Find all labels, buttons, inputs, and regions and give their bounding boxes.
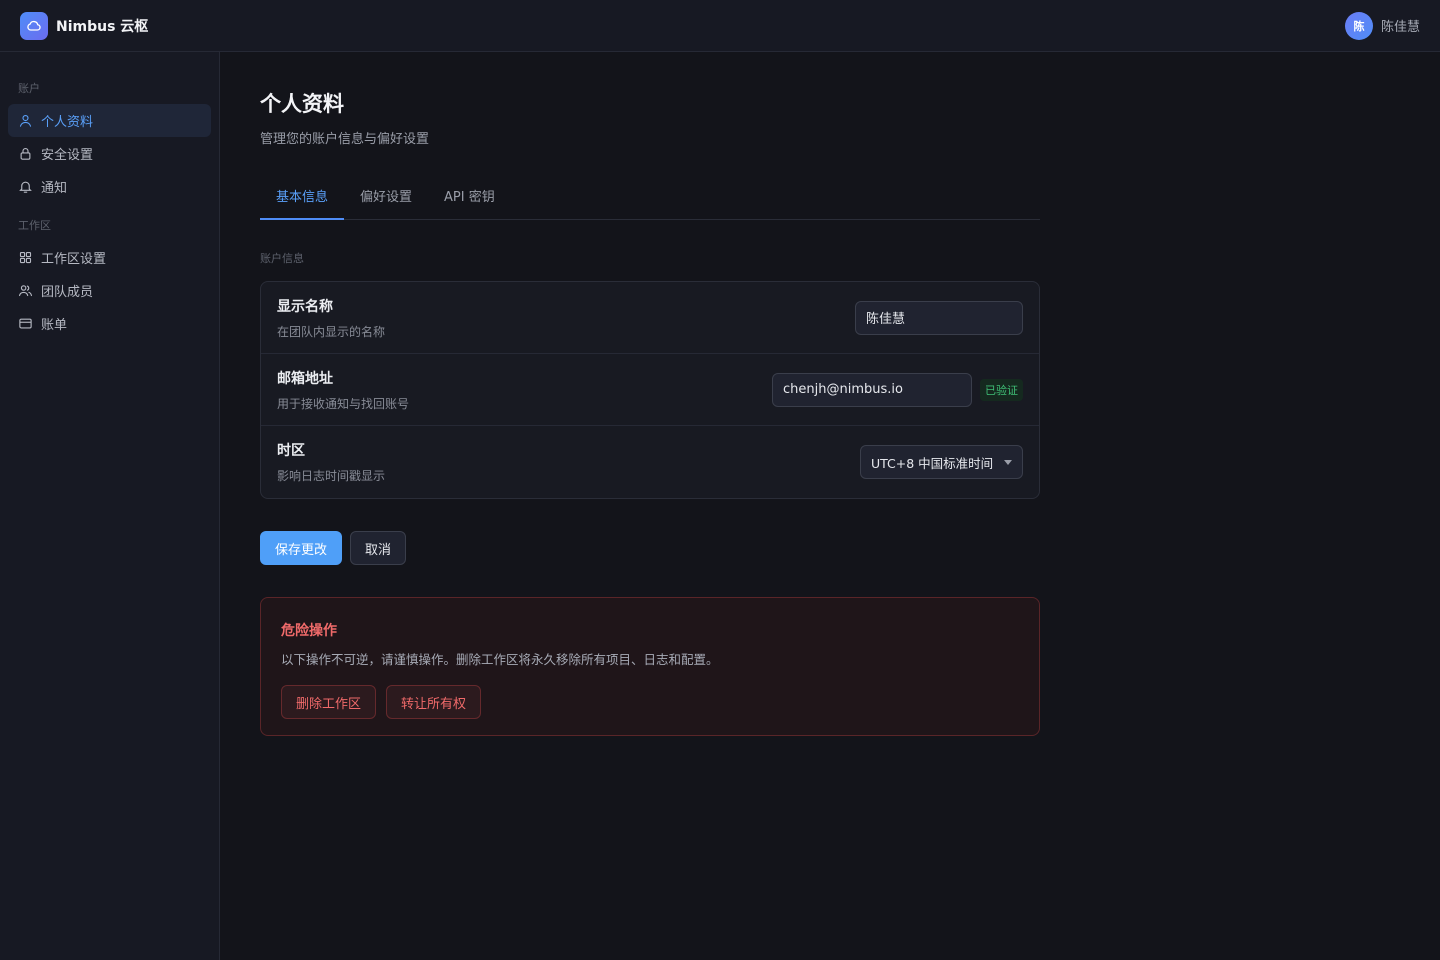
section-label: 账户信息	[260, 252, 304, 265]
danger-title: 危险操作	[281, 623, 337, 639]
tab-bar: 基本信息 偏好设置 API 密钥	[260, 183, 1040, 220]
form-actions: 保存更改 取消	[260, 531, 1040, 565]
field-label: 邮箱地址	[277, 370, 333, 387]
sidebar-item-notifications[interactable]: 通知	[8, 170, 211, 203]
email-input[interactable]	[772, 372, 972, 407]
app-name: Nimbus 云枢	[56, 18, 149, 35]
sidebar-item-label: 个人资料	[41, 115, 94, 130]
sidebar-item-billing[interactable]: 账单	[8, 307, 211, 340]
field-description: 影响日志时间戳显示	[277, 469, 386, 483]
sidebar-item-profile[interactable]: 个人资料	[8, 104, 211, 137]
tab-preferences[interactable]: 偏好设置	[344, 183, 428, 220]
user-name: 陈佳慧	[1380, 20, 1420, 35]
timezone-row: 时区 影响日志时间戳显示 UTC+8 中国标准时间	[261, 426, 1039, 498]
cancel-button[interactable]: 取消	[350, 531, 407, 565]
sidebar-item-security[interactable]: 安全设置	[8, 137, 211, 170]
page-title: 个人资料	[260, 92, 344, 116]
account-info-card: 显示名称 在团队内显示的名称 邮箱地址 用于接收通知与找回账号 已验证 时区 影…	[260, 281, 1040, 499]
field-description: 在团队内显示的名称	[277, 324, 386, 339]
lock-icon	[20, 147, 31, 160]
sidebar-section-workspace: 工作区	[18, 219, 51, 232]
sidebar-item-label: 安全设置	[41, 148, 94, 163]
display-name-input[interactable]	[855, 300, 1023, 335]
save-button[interactable]: 保存更改	[260, 531, 343, 565]
tab-api-keys[interactable]: API 密钥	[428, 183, 511, 220]
grid-icon	[19, 251, 32, 264]
users-icon	[19, 285, 32, 297]
danger-description: 以下操作不可逆，请谨慎操作。删除工作区将永久移除所有项目、日志和配置。	[281, 652, 719, 667]
sidebar-item-label: 工作区设置	[41, 252, 107, 267]
card-icon	[19, 318, 32, 329]
verified-badge: 已验证	[980, 378, 1023, 401]
sidebar-section-account: 账户	[18, 82, 40, 95]
sidebar-item-team-members[interactable]: 团队成员	[8, 274, 211, 307]
user-menu[interactable]: 陈 陈佳慧	[1344, 11, 1420, 40]
cloud-icon	[20, 11, 48, 40]
top-bar: Nimbus 云枢 陈 陈佳慧	[0, 0, 1440, 52]
chevron-down-icon	[1004, 459, 1012, 465]
email-row: 邮箱地址 用于接收通知与找回账号 已验证	[261, 354, 1039, 426]
danger-zone: 危险操作 以下操作不可逆，请谨慎操作。删除工作区将永久移除所有项目、日志和配置。…	[260, 597, 1040, 736]
timezone-select[interactable]: UTC+8 中国标准时间	[860, 445, 1023, 479]
sidebar-item-label: 账单	[41, 318, 68, 333]
page-subtitle: 管理您的账户信息与偏好设置	[260, 132, 430, 147]
sidebar-item-label: 通知	[41, 181, 68, 196]
sidebar: 账户 个人资料 安全设置 通知 工作区 工作区设置 团队成员 账单	[0, 52, 220, 960]
transfer-ownership-button[interactable]: 转让所有权	[386, 685, 482, 719]
field-description: 用于接收通知与找回账号	[277, 396, 410, 411]
user-icon	[19, 114, 32, 127]
main-content: 个人资料 管理您的账户信息与偏好设置 基本信息 偏好设置 API 密钥 账户信息…	[260, 52, 1040, 736]
bell-icon	[19, 181, 32, 193]
sidebar-item-workspace-settings[interactable]: 工作区设置	[8, 241, 211, 274]
sidebar-item-label: 团队成员	[41, 285, 94, 300]
brand[interactable]: Nimbus 云枢	[20, 11, 149, 40]
field-label: 时区	[277, 443, 305, 459]
display-name-row: 显示名称 在团队内显示的名称	[261, 282, 1039, 354]
timezone-value: UTC+8 中国标准时间	[871, 455, 994, 471]
field-label: 显示名称	[277, 298, 333, 315]
delete-workspace-button[interactable]: 删除工作区	[281, 685, 377, 719]
tab-basic-info[interactable]: 基本信息	[260, 183, 345, 220]
avatar: 陈	[1344, 11, 1373, 40]
